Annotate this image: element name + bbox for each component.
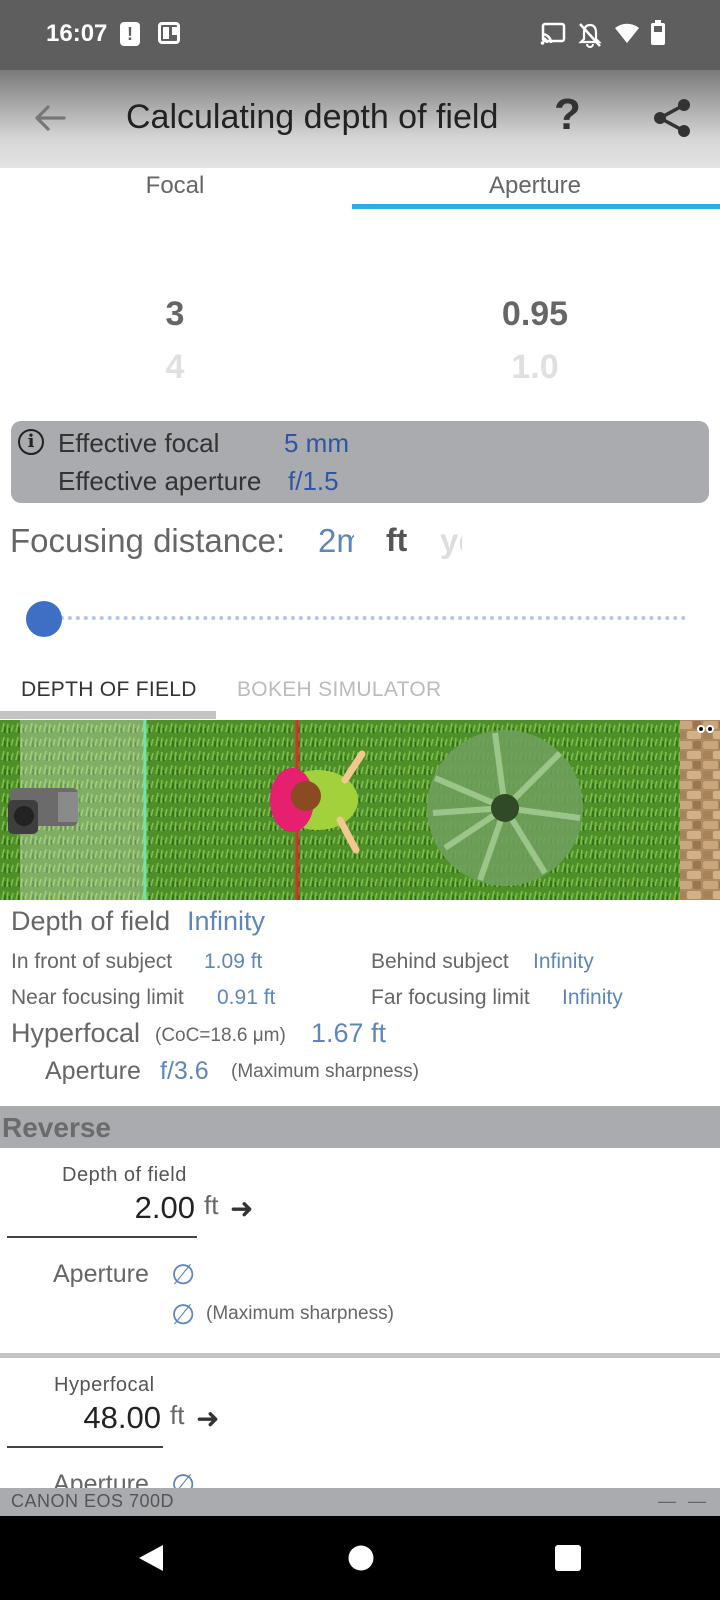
focal-picker-next[interactable]: 4 [0, 348, 350, 387]
far-limit-label: Far focusing limit [371, 986, 530, 1009]
lower-tab-indicator [0, 711, 216, 719]
help-icon[interactable]: ? [554, 90, 581, 140]
focal-picker-selected[interactable]: 3 [0, 295, 350, 334]
slider-thumb[interactable] [26, 601, 62, 637]
focusing-distance-slider[interactable] [44, 616, 686, 620]
empty-value-icon: ∅ [171, 1299, 196, 1330]
aperture-picker-selected[interactable]: 0.95 [350, 295, 720, 334]
trello-icon [158, 22, 180, 44]
reverse-header: Reverse [0, 1106, 720, 1148]
camera-dash: — [688, 1491, 706, 1511]
tab-depth-of-field[interactable]: DEPTH OF FIELD [21, 678, 197, 702]
bell-off-icon [578, 23, 602, 48]
behind-subject-value: Infinity [533, 950, 594, 973]
reverse-dof-input[interactable]: 2.00 [7, 1190, 197, 1238]
empty-value-icon: ∅ [171, 1469, 196, 1488]
coc-note: (CoC=18.6 μm) [155, 1025, 286, 1046]
focusing-distance-value[interactable]: 2m [318, 522, 354, 560]
tab-bokeh-simulator[interactable]: BOKEH SIMULATOR [237, 678, 441, 702]
camera-dash: — [658, 1491, 676, 1511]
status-bar: 16:07 ! [0, 0, 720, 70]
info-icon[interactable]: i [18, 429, 44, 455]
alert-icon: ! [120, 22, 140, 46]
aperture-label: Aperture [45, 1057, 141, 1085]
front-of-subject-label: In front of subject [11, 950, 173, 973]
reverse-hyperfocal-unit: ft [170, 1400, 185, 1430]
focusing-distance-unit[interactable]: ft [386, 522, 407, 559]
near-limit-label: Near focusing limit [11, 986, 184, 1009]
effective-focal-label: Effective focal [58, 428, 220, 458]
hyperfocal-label: Hyperfocal [11, 1018, 141, 1048]
cast-icon [540, 22, 566, 45]
reverse-hyperfocal-caption: Hyperfocal [54, 1374, 155, 1396]
tab-focal[interactable]: Focal [0, 172, 350, 200]
aperture-value: f/3.6 [160, 1057, 209, 1085]
camera-model-bar[interactable]: CANON EOS 700D — — [0, 1488, 720, 1516]
reverse-aperture2-label: Aperture [53, 1470, 149, 1488]
nav-home-icon[interactable] [348, 1545, 374, 1571]
reverse-max-sharpness-note: (Maximum sharpness) [206, 1303, 394, 1324]
far-limit-value: Infinity [562, 986, 623, 1009]
aperture-picker-next[interactable]: 1.0 [350, 348, 720, 387]
tab-selected-indicator [352, 204, 720, 209]
nav-recents-icon[interactable] [555, 1545, 581, 1571]
palm-tree [427, 730, 583, 886]
reverse-dof-unit: ft [204, 1190, 219, 1220]
dof-value: Infinity [187, 906, 266, 936]
share-icon[interactable] [650, 96, 694, 140]
status-time: 16:07 [46, 20, 108, 47]
page-title: Calculating depth of field [126, 98, 499, 136]
focusing-distance-next-unit[interactable]: yd [440, 522, 462, 560]
dof-scene-illustration [0, 720, 720, 900]
reverse-aperture-label: Aperture [53, 1260, 149, 1288]
parameter-tabs: Focal Aperture [0, 168, 720, 210]
reverse-dof-arrow-icon[interactable]: ➜ [230, 1192, 253, 1225]
effective-focal-value: 5 mm [284, 428, 349, 458]
nav-back-icon[interactable] [137, 1543, 165, 1573]
front-of-subject-value: 1.09 ft [204, 950, 263, 973]
camera-model-name: CANON EOS 700D [11, 1491, 175, 1511]
reverse-hyperfocal-arrow-icon[interactable]: ➜ [196, 1402, 219, 1435]
battery-icon [651, 20, 665, 45]
reverse-hyperfocal-input[interactable]: 48.00 [7, 1400, 163, 1448]
section-divider [0, 1353, 720, 1358]
effective-values-panel: i Effective focal 5 mm Effective apertur… [11, 421, 709, 503]
reverse-title: Reverse [2, 1112, 111, 1143]
back-arrow-icon[interactable] [28, 96, 72, 140]
effective-aperture-label: Effective aperture [58, 466, 262, 496]
tab-aperture[interactable]: Aperture [350, 172, 720, 200]
wifi-icon [615, 23, 639, 43]
system-nav-bar [0, 1516, 720, 1600]
max-sharpness-note: (Maximum sharpness) [231, 1061, 419, 1082]
effective-aperture-value: f/1.5 [288, 466, 339, 496]
near-limit-value: 0.91 ft [217, 986, 276, 1009]
behind-subject-label: Behind subject [371, 950, 509, 973]
reverse-dof-caption: Depth of field [62, 1164, 187, 1186]
app-bar: Calculating depth of field ? [0, 70, 720, 168]
focusing-distance-label: Focusing distance: [10, 522, 286, 559]
dof-label: Depth of field [11, 906, 171, 936]
hyperfocal-value: 1.67 ft [311, 1018, 387, 1048]
empty-value-icon: ∅ [171, 1259, 196, 1290]
